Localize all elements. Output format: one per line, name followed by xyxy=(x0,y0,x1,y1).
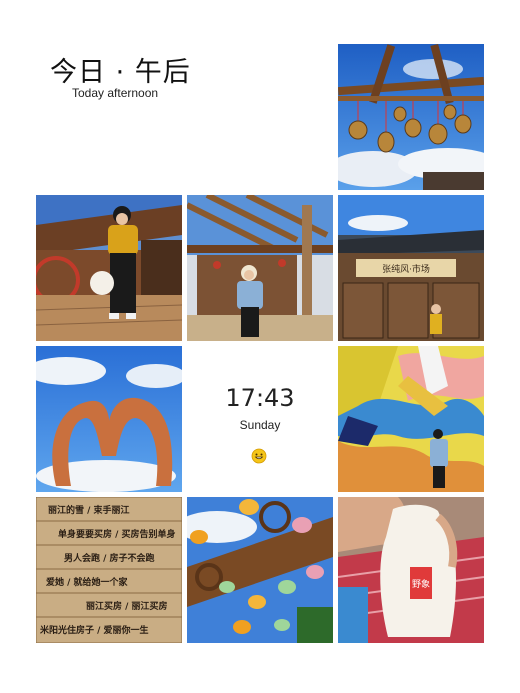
sign-line-4: 爱她 / 就给她一个家 xyxy=(46,576,129,588)
page-title: 今日 · 午后 xyxy=(50,57,191,88)
photo-girl-pergola[interactable] xyxy=(187,195,333,341)
bottle-brand: 野象 xyxy=(412,578,430,590)
photo-girl-yellow-sweater[interactable] xyxy=(36,195,182,341)
photo-wooden-sign[interactable]: 丽江的雪 / 束手丽江 单身要要买房 / 买房告别单身 男人会跑 / 房子不会跑… xyxy=(36,497,182,643)
photo-mural[interactable] xyxy=(338,346,484,492)
clock-block: 17:43 Sunday xyxy=(187,346,333,492)
clock-time: 17:43 xyxy=(225,384,295,412)
page-subtitle: Today afternoon xyxy=(72,86,159,100)
title-block: 今日 · 午后 Today afternoon xyxy=(36,44,190,190)
photo-shop-front[interactable]: 张纯风·市场 xyxy=(338,195,484,341)
grinning-face-icon xyxy=(251,448,267,464)
sign-line-3: 男人会跑 / 房子不会跑 xyxy=(64,552,155,564)
clock-day: Sunday xyxy=(239,418,281,432)
sign-line-6: 米阳光住房子 / 爱丽你一生 xyxy=(39,624,149,636)
photo-wind-chimes[interactable] xyxy=(338,44,484,190)
photo-heart-hands[interactable] xyxy=(36,346,182,492)
shop-sign-text: 张纯风·市场 xyxy=(382,263,430,275)
sign-line-1: 丽江的雪 / 束手丽江 xyxy=(48,504,130,516)
photo-lanterns[interactable] xyxy=(187,497,333,643)
sign-line-2: 单身要要买房 / 买房告别单身 xyxy=(58,528,176,540)
sign-line-5: 丽江买房 / 丽江买房 xyxy=(86,600,168,612)
photo-yogurt-bottle[interactable]: 野象 xyxy=(338,497,484,643)
